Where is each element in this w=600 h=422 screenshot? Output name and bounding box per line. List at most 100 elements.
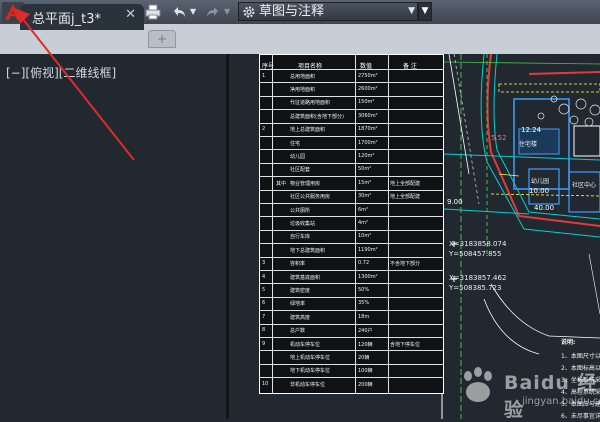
left-viewport[interactable]	[0, 54, 226, 419]
table-row	[260, 377, 443, 378]
table-cell: 地上机动车停车位	[290, 354, 330, 361]
table-cell: 4	[262, 274, 265, 280]
table-row	[260, 203, 443, 204]
table-row	[260, 96, 443, 97]
table-cell: 6m²	[358, 207, 368, 213]
table-cell: 3	[262, 260, 265, 266]
table-cell: 1	[262, 73, 265, 79]
table-row	[260, 350, 443, 351]
coordinate-x: X=3183857.462	[449, 274, 506, 282]
table-cell: 地下机动车停车位	[290, 367, 330, 374]
gear-icon	[242, 5, 256, 19]
table-cell: 住宅	[290, 140, 300, 147]
table-cell: 幼儿园	[290, 153, 305, 160]
dimension-label: 10.00	[529, 187, 549, 195]
chevron-down-icon: ▼	[408, 3, 415, 20]
table-cell: 15m²	[358, 180, 371, 186]
table-row	[260, 243, 443, 244]
table-cell: 地下总建筑面积	[290, 247, 325, 254]
workspace-switcher[interactable]: 草图与注释 ▼	[238, 2, 418, 21]
table-cell: 非机动车停车位	[290, 381, 325, 388]
table-cell: 120m²	[358, 153, 374, 159]
table-cell: 垃圾收集站	[290, 220, 315, 227]
table-cell: 240户	[358, 327, 373, 334]
table-column-divider	[388, 55, 389, 393]
table-cell: 100辆	[358, 367, 373, 374]
table-subgroup-label: 其中	[276, 180, 286, 187]
close-icon[interactable]: ✕	[125, 7, 136, 22]
new-tab-button[interactable]: +	[148, 30, 176, 48]
table-row	[260, 109, 443, 110]
table-cell: 建筑密度	[290, 287, 310, 294]
baidu-watermark: Baidu 经验 jingyan.baidu.com	[448, 360, 600, 419]
dimension-label: 40.00	[534, 204, 554, 212]
table-cell: 建筑基底面积	[290, 274, 320, 281]
table-cell: 5	[262, 287, 265, 293]
table-cell: 1700m²	[358, 140, 378, 146]
table-cell: 总用地面积	[290, 73, 315, 80]
undo-dropdown-icon[interactable]: ▼	[190, 7, 196, 16]
table-column-divider	[355, 55, 356, 393]
table-cell: 120辆	[358, 341, 373, 348]
table-row	[260, 190, 443, 191]
table-cell: 18m	[358, 314, 369, 320]
table-cell: 2	[262, 126, 265, 132]
table-cell: 50m²	[358, 166, 371, 172]
tab-active-drawing[interactable]: 总平面j_t3* ✕	[20, 4, 144, 30]
table-cell: 总户数	[290, 327, 305, 334]
redo-icon[interactable]	[205, 4, 221, 20]
dimension-label: 12.24	[521, 126, 541, 134]
watermark-url: jingyan.baidu.com	[522, 396, 600, 407]
dimension-label: 5.52	[491, 134, 507, 142]
table-row	[260, 257, 443, 258]
table-cell: 0.72	[358, 260, 369, 266]
table-cell: 含地下停车位	[390, 341, 420, 348]
table-cell: 自行车库	[290, 233, 310, 240]
notes-title: 说明:	[561, 337, 575, 346]
table-cell: 容积率	[290, 260, 305, 267]
watermark-brand: Baidu 经验	[504, 368, 600, 422]
table-cell: 8	[262, 327, 265, 333]
table-cell: 绿地率	[290, 300, 305, 307]
table-cell: 35%	[358, 300, 369, 306]
redo-dropdown-icon[interactable]: ▼	[224, 7, 230, 16]
toolbar-overflow-button[interactable]: ▼	[418, 2, 432, 21]
table-cell: 2750m²	[358, 73, 378, 79]
table-cell: 20辆	[358, 354, 369, 361]
table-row	[260, 230, 443, 231]
table-cell: 不含地下部分	[390, 260, 420, 267]
tab-title: 总平面j_t3*	[32, 8, 101, 27]
table-cell: 10	[262, 381, 268, 387]
table-cell: 2600m²	[358, 86, 378, 92]
table-cell: 3060m²	[358, 113, 378, 119]
table-cell: 总建筑面积(含地下部分)	[290, 113, 344, 120]
building-label: 社区中心	[572, 180, 596, 189]
viewport-controls[interactable]: [−][俯视][二维线框]	[6, 64, 116, 81]
table-cell: 9	[262, 341, 265, 347]
table-cell: 净用地面积	[290, 86, 315, 93]
table-row	[260, 310, 443, 311]
table-cell: 地上全部配建	[390, 193, 420, 200]
table-cell: 150m²	[358, 99, 374, 105]
table-cell: 机动车停车位	[290, 341, 320, 348]
table-row	[260, 270, 443, 271]
print-icon[interactable]	[145, 4, 161, 20]
table-row	[260, 337, 443, 338]
building-label: 住宅楼	[519, 139, 537, 148]
undo-icon[interactable]	[171, 4, 187, 20]
table-cell: 4m²	[358, 220, 368, 226]
table-row	[260, 163, 443, 164]
table-row	[260, 283, 443, 284]
table-cell: 公共厕所	[290, 207, 310, 214]
table-cell: 10m²	[358, 233, 371, 239]
table-row	[260, 216, 443, 217]
table-row	[260, 176, 443, 177]
table-row	[260, 123, 443, 124]
table-cell: 地上总建筑面积	[290, 126, 325, 133]
note-line: 1、本图尺寸以米计	[561, 351, 600, 360]
table-column-divider	[272, 55, 273, 393]
baidu-paw-icon	[456, 366, 500, 406]
table-cell: 1190m²	[358, 247, 378, 253]
table-row	[260, 82, 443, 83]
table-row	[260, 136, 443, 137]
